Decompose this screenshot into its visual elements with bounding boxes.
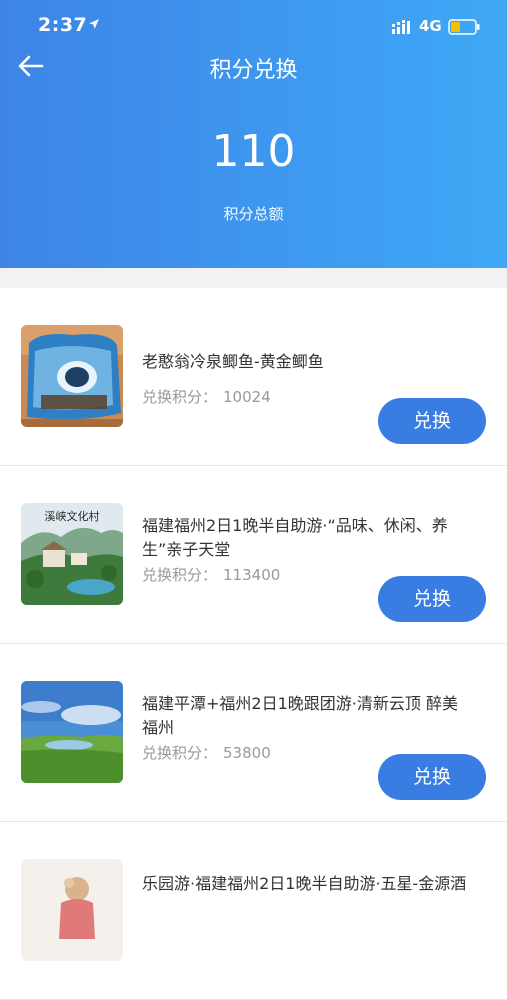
list-item: 溪峡文化村 福建福州2日1晚半自助游·“品味、休闲、养生”亲子天堂 兑换积分： 1…: [0, 466, 507, 644]
exchange-cost-label: 兑换积分：: [142, 566, 218, 584]
exchange-cost-value: 113400: [223, 566, 281, 584]
product-name: 福建平潭+福州2日1晚跟团游·清新云顶 醉美福州: [142, 694, 458, 737]
exchange-button[interactable]: 兑换: [378, 754, 486, 800]
product-image-grassland-lake[interactable]: [21, 681, 123, 783]
product-image-fish-package[interactable]: [21, 325, 123, 427]
product-name: 老憨翁冷泉鲫鱼-黄金鲫鱼: [142, 352, 324, 371]
exchange-item-list: 老憨翁冷泉鲫鱼-黄金鲫鱼 兑换积分： 10024 兑换 溪峡文化村 福建福州2日1…: [0, 288, 507, 1000]
exchange-cost-label: 兑换积分：: [142, 744, 218, 762]
status-time: 2:37: [38, 14, 88, 36]
cellular-signal-icon: [392, 20, 410, 34]
status-bar: 2:37 4G: [0, 0, 507, 52]
product-name: 乐园游·福建福州2日1晚半自助游·五星-金源酒: [142, 874, 467, 893]
product-name: 福建福州2日1晚半自助游·“品味、休闲、养生”亲子天堂: [142, 516, 448, 559]
battery-icon: [448, 19, 480, 35]
exchange-cost: 兑换积分： 53800: [142, 742, 271, 763]
product-image-resort-village[interactable]: 溪峡文化村: [21, 503, 123, 605]
exchange-cost-value: 53800: [223, 744, 271, 762]
exchange-cost: 兑换积分： 10024: [142, 386, 271, 407]
resort-image-text: 溪峡文化村: [45, 509, 100, 523]
list-item: 乐园游·福建福州2日1晚半自助游·五星-金源酒: [0, 822, 507, 1000]
list-item: 老憨翁冷泉鲫鱼-黄金鲫鱼 兑换积分： 10024 兑换: [0, 288, 507, 466]
exchange-cost-label: 兑换积分：: [142, 388, 218, 406]
exchange-button[interactable]: 兑换: [378, 576, 486, 622]
network-type: 4G: [419, 17, 442, 35]
points-total-label: 积分总额: [223, 205, 284, 223]
product-image-theme-park[interactable]: [21, 859, 123, 961]
list-item: 福建平潭+福州2日1晚跟团游·清新云顶 醉美福州 兑换积分： 53800 兑换: [0, 644, 507, 822]
points-header: 2:37 4G 积分兑换 110 积分总额: [0, 0, 507, 268]
exchange-cost: 兑换积分： 113400: [142, 564, 280, 585]
exchange-button[interactable]: 兑换: [378, 398, 486, 444]
points-total-value: 110: [211, 126, 296, 177]
page-title: 积分兑换: [209, 58, 298, 83]
exchange-cost-value: 10024: [223, 388, 271, 406]
location-arrow-icon: [89, 19, 99, 29]
